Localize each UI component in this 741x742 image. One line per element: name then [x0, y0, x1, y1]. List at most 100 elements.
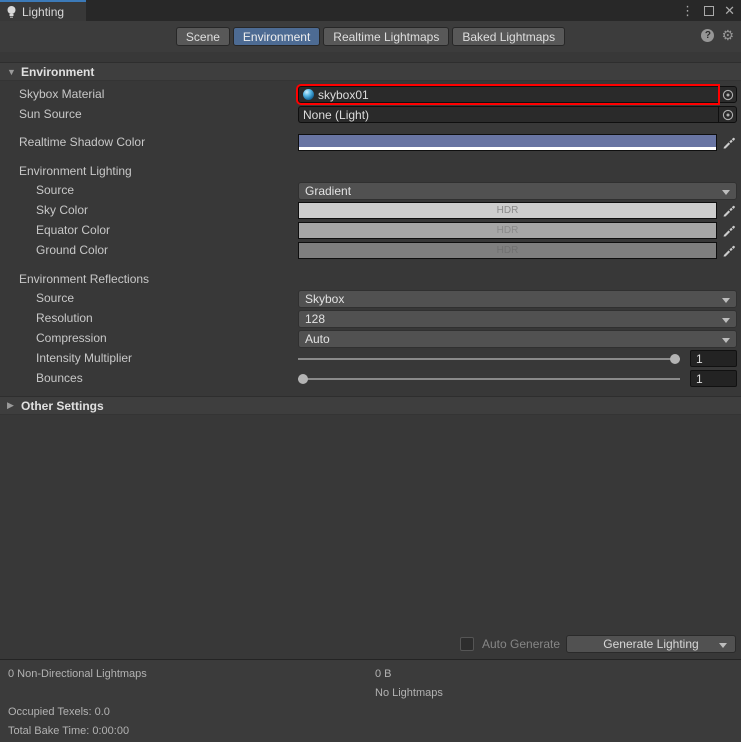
window-menu-icon[interactable]: ⋮ [681, 0, 694, 21]
sky-color-label: Sky Color [36, 203, 88, 217]
gear-icon[interactable]: ⚙ [721, 28, 734, 42]
hdr-badge: HDR [299, 205, 716, 216]
skybox-material-row: Skybox Material skybox01 [0, 85, 741, 105]
eyedropper-icon [722, 136, 735, 149]
generate-lighting-button[interactable]: Generate Lighting [566, 635, 736, 653]
sun-source-label: Sun Source [19, 107, 82, 121]
bounces-slider[interactable] [298, 370, 680, 388]
environment-lighting-label: Environment Lighting [19, 164, 132, 178]
lightmaps-size: 0 B [375, 668, 392, 680]
skybox-material-object-picker[interactable] [718, 86, 737, 103]
reflections-source-dropdown[interactable]: Skybox [298, 290, 737, 308]
chevron-down-icon [719, 643, 727, 648]
resolution-value: 128 [305, 312, 325, 326]
sun-source-field[interactable]: None (Light) [298, 106, 737, 123]
environment-section-title: Environment [21, 65, 94, 79]
bounces-input[interactable]: 1 [690, 370, 737, 387]
compression-label: Compression [36, 331, 107, 345]
intensity-multiplier-input[interactable]: 1 [690, 350, 737, 367]
chevron-down-icon [722, 318, 730, 323]
resolution-row: Resolution 128 [0, 309, 741, 329]
compression-dropdown[interactable]: Auto [298, 330, 737, 348]
skybox-material-field[interactable]: skybox01 [298, 86, 737, 103]
lighting-toolbar: Scene Environment Realtime Lightmaps Bak… [0, 21, 741, 52]
sun-source-name: None (Light) [303, 108, 369, 122]
lighting-source-label: Source [36, 183, 74, 197]
reflections-source-row: Source Skybox [0, 289, 741, 309]
realtime-shadow-color-swatch[interactable] [298, 134, 717, 151]
compression-row: Compression Auto [0, 329, 741, 349]
sky-color-eyedropper[interactable] [720, 202, 737, 219]
tab-realtime-lightmaps[interactable]: Realtime Lightmaps [323, 27, 449, 46]
intensity-multiplier-label: Intensity Multiplier [36, 351, 132, 365]
total-bake-time: Total Bake Time: 0:00:00 [8, 725, 129, 737]
window-controls: ⋮ ✕ [681, 0, 735, 21]
environment-reflections-label: Environment Reflections [19, 272, 149, 286]
equator-color-swatch[interactable]: HDR [298, 222, 717, 239]
foldout-open-icon: ▼ [7, 67, 17, 77]
resolution-dropdown[interactable]: 128 [298, 310, 737, 328]
eyedropper-icon [722, 224, 735, 237]
reflections-source-value: Skybox [305, 292, 344, 306]
other-settings-section-title: Other Settings [21, 399, 104, 413]
lighting-window-tab[interactable]: Lighting [0, 0, 86, 21]
compression-value: Auto [305, 332, 330, 346]
maximize-icon[interactable] [704, 6, 714, 16]
color-area [299, 135, 716, 147]
chevron-down-icon [722, 338, 730, 343]
foldout-closed-icon: ▶ [7, 400, 17, 411]
toolbar-icons: ? ⚙ [701, 28, 734, 42]
equator-color-eyedropper[interactable] [720, 222, 737, 239]
sun-source-object-picker[interactable] [718, 106, 737, 123]
ground-color-swatch[interactable]: HDR [298, 242, 717, 259]
environment-lighting-group-row: Environment Lighting [0, 162, 741, 182]
reflections-source-label: Source [36, 291, 74, 305]
tab-baked-lightmaps[interactable]: Baked Lightmaps [452, 27, 565, 46]
object-picker-icon [722, 109, 734, 121]
bounces-label: Bounces [36, 371, 83, 385]
environment-reflections-group-row: Environment Reflections [0, 270, 741, 290]
sky-color-swatch[interactable]: HDR [298, 202, 717, 219]
alpha-bar [299, 147, 716, 150]
other-settings-section-header[interactable]: ▶ Other Settings [0, 396, 741, 415]
lightmaps-count: 0 Non-Directional Lightmaps [8, 668, 147, 680]
slider-handle[interactable] [670, 354, 680, 364]
hdr-badge: HDR [299, 245, 716, 256]
skybox-material-name: skybox01 [318, 88, 369, 102]
equator-color-row: Equator Color HDR [0, 221, 741, 241]
resolution-label: Resolution [36, 311, 93, 325]
realtime-shadow-color-row: Realtime Shadow Color [0, 133, 741, 153]
material-sphere-icon [303, 89, 314, 100]
lighting-window: Lighting ⋮ ✕ Scene Environment Realtime … [0, 0, 741, 742]
intensity-multiplier-slider[interactable] [298, 350, 680, 368]
eyedropper-icon [722, 204, 735, 217]
hdr-badge: HDR [299, 225, 716, 236]
window-titlebar: Lighting ⋮ ✕ [0, 0, 741, 21]
generate-row: Auto Generate Generate Lighting [0, 635, 741, 655]
lighting-source-dropdown[interactable]: Gradient [298, 182, 737, 200]
eyedropper-icon [722, 244, 735, 257]
sun-source-row: Sun Source None (Light) [0, 105, 741, 125]
bounces-row: Bounces 1 [0, 369, 741, 389]
environment-section-header[interactable]: ▼ Environment [0, 62, 741, 81]
close-icon[interactable]: ✕ [724, 0, 735, 21]
shadow-color-eyedropper[interactable] [720, 134, 737, 151]
ground-color-row: Ground Color HDR [0, 241, 741, 261]
slider-handle[interactable] [298, 374, 308, 384]
tab-scene[interactable]: Scene [176, 27, 230, 46]
tab-environment[interactable]: Environment [233, 27, 320, 46]
help-icon[interactable]: ? [701, 29, 714, 42]
lighting-source-row: Source Gradient [0, 181, 741, 201]
ground-color-label: Ground Color [36, 243, 108, 257]
lighting-source-value: Gradient [305, 184, 351, 198]
skybox-material-value[interactable]: skybox01 [298, 86, 718, 103]
lightbulb-icon [6, 5, 17, 19]
skybox-material-label: Skybox Material [19, 87, 104, 101]
slider-track [298, 358, 680, 360]
generate-lighting-label: Generate Lighting [603, 637, 698, 651]
occupied-texels: Occupied Texels: 0.0 [8, 706, 110, 718]
chevron-down-icon [722, 190, 730, 195]
auto-generate-checkbox[interactable] [460, 637, 474, 651]
ground-color-eyedropper[interactable] [720, 242, 737, 259]
sun-source-value[interactable]: None (Light) [298, 106, 718, 123]
